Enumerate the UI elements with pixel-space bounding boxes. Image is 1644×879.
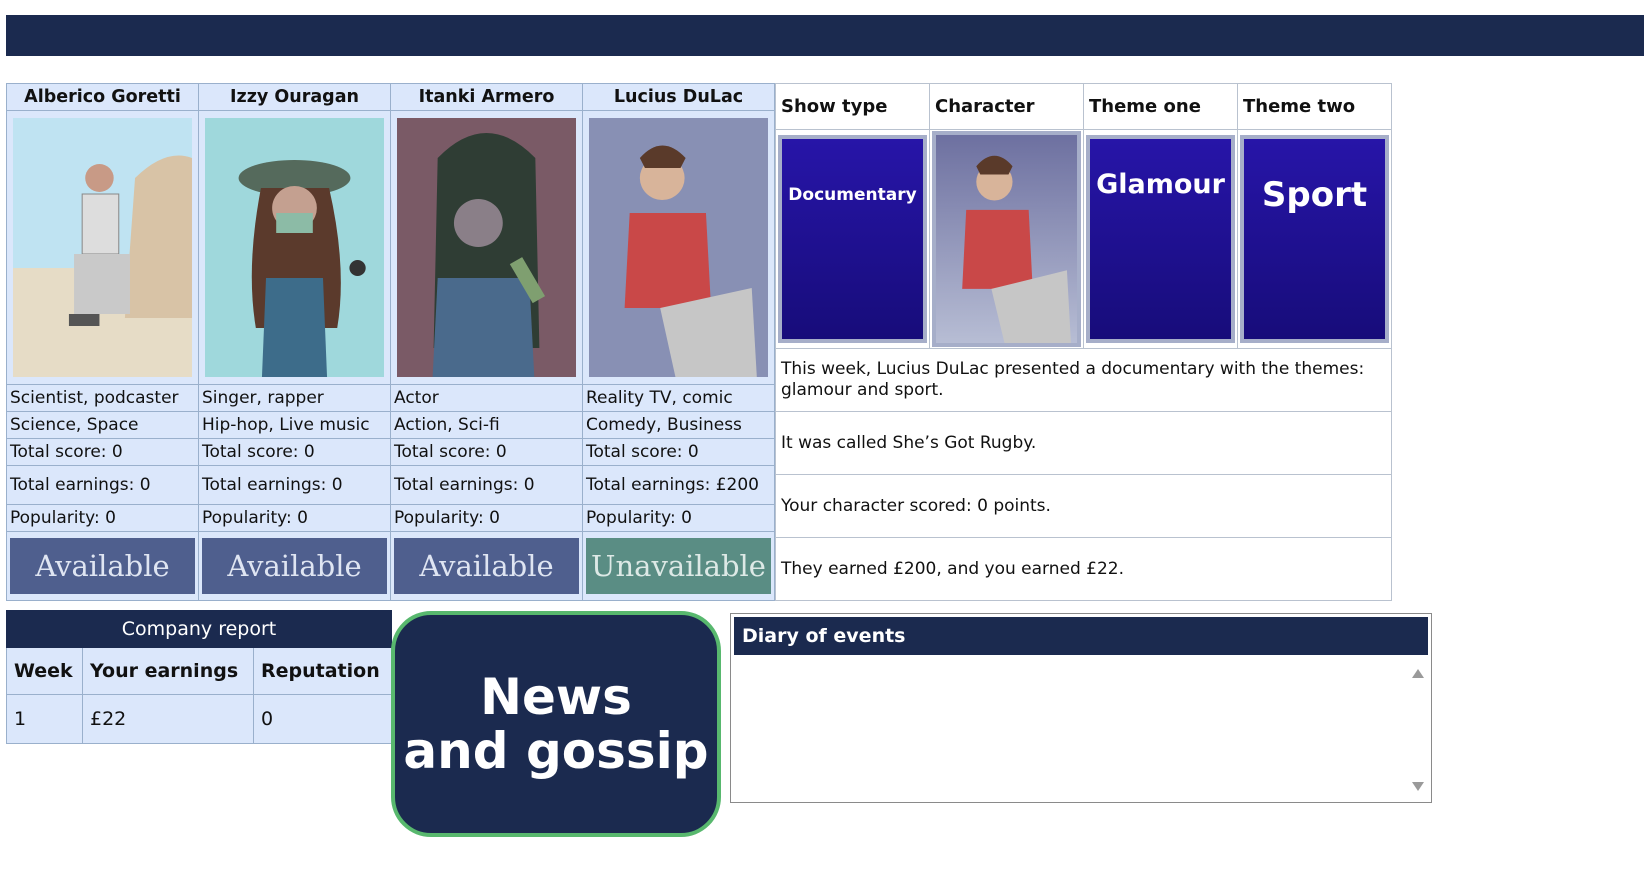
show-title-message: It was called She’s Got Rugby. [775,411,1392,475]
character-card-cell [929,129,1084,349]
character-popularity: Popularity: 0 [390,504,583,532]
portrait-lucius[interactable] [582,110,775,385]
scroll-down-icon[interactable] [1412,782,1424,791]
available-button[interactable]: Available [202,538,387,594]
documentary-card: Documentary [778,135,927,343]
character-header: Character [929,83,1084,130]
news-and-gossip-button[interactable]: News and gossip [391,611,721,837]
show-type-card-cell: Documentary [775,129,930,349]
lucius-card-image [962,155,1071,343]
comic-portrait-image [589,118,768,377]
news-label-line1: News [480,668,632,726]
character-total-earnings: Total earnings: 0 [198,465,391,505]
theme-one-card-cell: Glamour [1083,129,1238,349]
character-name: Lucius DuLac [582,83,775,111]
character-interests: Action, Sci-fi [390,411,583,439]
scroll-up-icon[interactable] [1412,669,1424,678]
status-cell: Unavailable [582,531,775,601]
theme-two-header: Theme two [1237,83,1392,130]
earnings-header: Your earnings [82,647,254,695]
actor-portrait-image [397,118,576,377]
status-cell: Available [6,531,199,601]
singer-portrait-image [205,118,384,377]
character-popularity: Popularity: 0 [582,504,775,532]
week-value: 1 [6,694,83,744]
earnings-message: They earned £200, and you earned £22. [775,537,1392,601]
diary-panel: Diary of events [730,613,1432,803]
character-profession: Reality TV, comic [582,384,775,412]
character-popularity: Popularity: 0 [198,504,391,532]
theme-two-card-cell: Sport [1237,129,1392,349]
status-cell: Available [390,531,583,601]
reputation-value: 0 [252,694,393,744]
character-total-score: Total score: 0 [198,438,391,466]
sport-card: Sport [1240,135,1389,343]
character-total-score: Total score: 0 [582,438,775,466]
character-grid: Alberico Goretti Izzy Ouragan Itanki Arm… [6,83,775,601]
portrait-itanki[interactable] [390,110,583,385]
selected-character-card [932,131,1081,347]
character-total-earnings: Total earnings: £200 [582,465,775,505]
character-total-earnings: Total earnings: 0 [390,465,583,505]
character-profession: Scientist, podcaster [6,384,199,412]
show-type-header: Show type [775,83,930,130]
diary-title: Diary of events [734,617,1428,655]
portrait-izzy[interactable] [198,110,391,385]
company-report: Company report Week Your earnings Reputa… [5,610,393,744]
scientist-portrait-image [13,118,192,377]
week-header: Week [6,647,83,695]
status-cell: Available [198,531,391,601]
character-total-score: Total score: 0 [6,438,199,466]
available-button[interactable]: Available [10,538,195,594]
character-name: Alberico Goretti [6,83,199,111]
portrait-alberico[interactable] [6,110,199,385]
character-name: Itanki Armero [390,83,583,111]
character-interests: Science, Space [6,411,199,439]
character-popularity: Popularity: 0 [6,504,199,532]
company-report-title: Company report [5,610,393,648]
character-name: Izzy Ouragan [198,83,391,111]
reputation-header: Reputation [252,647,393,695]
top-banner [6,15,1644,56]
character-interests: Hip-hop, Live music [198,411,391,439]
theme-one-header: Theme one [1083,83,1238,130]
character-profession: Actor [390,384,583,412]
diary-scrollbar[interactable] [1410,659,1428,799]
character-interests: Comedy, Business [582,411,775,439]
character-total-score: Total score: 0 [390,438,583,466]
news-label-line2: and gossip [403,722,709,780]
available-button[interactable]: Available [394,538,579,594]
character-profession: Singer, rapper [198,384,391,412]
unavailable-button[interactable]: Unavailable [586,538,771,594]
table-row: 1 £22 0 [6,694,393,744]
diary-body[interactable] [734,659,1428,799]
character-total-earnings: Total earnings: 0 [6,465,199,505]
score-message: Your character scored: 0 points. [775,474,1392,538]
glamour-card: Glamour [1086,135,1235,343]
show-summary-table: Show type Character Theme one Theme two … [775,83,1392,601]
show-summary-message: This week, Lucius DuLac presented a docu… [775,348,1392,412]
earnings-value: £22 [82,694,254,744]
